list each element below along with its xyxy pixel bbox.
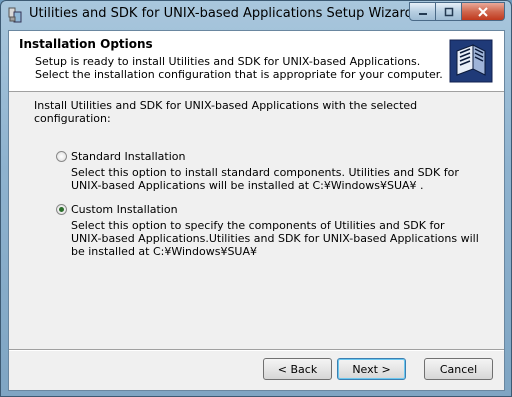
custom-installation-label[interactable]: Custom Installation: [71, 203, 178, 216]
standard-desc-line-2: UNIX-based Applications will be installe…: [71, 179, 424, 192]
wizard-header: Installation Options Setup is ready to i…: [9, 31, 504, 92]
standard-installation-radio[interactable]: [56, 151, 67, 162]
standard-installation-option[interactable]: Standard Installation: [56, 150, 185, 163]
server-icon: [449, 39, 493, 83]
title-bar[interactable]: Utilities and SDK for UNIX-based Applica…: [1, 1, 511, 29]
wizard-client-area: Installation Options Setup is ready to i…: [8, 30, 505, 391]
minimize-button[interactable]: [409, 2, 436, 21]
minimize-icon: [418, 12, 427, 15]
setup-wizard-window: Utilities and SDK for UNIX-based Applica…: [0, 0, 512, 397]
cancel-button[interactable]: Cancel: [424, 358, 493, 380]
intro-text: Install Utilities and SDK for UNIX-based…: [34, 99, 417, 125]
subtitle-line-1: Setup is ready to install Utilities and …: [35, 55, 421, 68]
page-subtitle: Setup is ready to install Utilities and …: [35, 55, 445, 81]
maximize-button[interactable]: [436, 2, 462, 21]
custom-desc-line-3: be installed at C:¥Windows¥SUA¥: [71, 245, 258, 258]
custom-installation-radio[interactable]: [56, 204, 67, 215]
custom-desc-line-2: UNIX-based Applications.Utilities and SD…: [71, 232, 479, 245]
custom-installation-description: Select this option to specify the compon…: [71, 219, 479, 258]
page-title: Installation Options: [19, 37, 153, 51]
standard-desc-line-1: Select this option to install standard c…: [71, 166, 459, 179]
next-button[interactable]: Next >: [337, 358, 406, 380]
custom-installation-option[interactable]: Custom Installation: [56, 203, 178, 216]
caption-buttons: [409, 2, 505, 21]
standard-installation-label[interactable]: Standard Installation: [71, 150, 185, 163]
intro-line-1: Install Utilities and SDK for UNIX-based…: [34, 99, 418, 112]
subtitle-line-2: Select the installation configuration th…: [35, 68, 443, 81]
custom-desc-line-1: Select this option to specify the compon…: [71, 219, 445, 232]
intro-line-2: configuration:: [34, 112, 111, 125]
window-title: Utilities and SDK for UNIX-based Applica…: [29, 6, 413, 21]
footer-divider: [9, 349, 504, 351]
installer-app-icon: [7, 7, 23, 23]
maximize-icon: [444, 7, 453, 16]
back-button[interactable]: < Back: [263, 358, 332, 380]
close-button[interactable]: [462, 2, 505, 21]
close-icon: [478, 6, 488, 17]
standard-installation-description: Select this option to install standard c…: [71, 166, 459, 192]
